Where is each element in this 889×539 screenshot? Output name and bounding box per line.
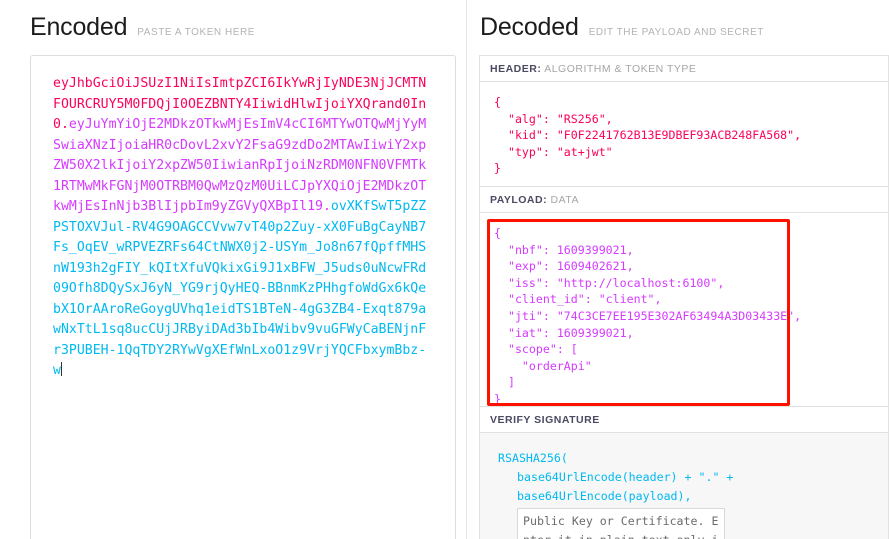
decoded-header-section: HEADER: ALGORITHM & TOKEN TYPE { "alg": … — [479, 55, 889, 186]
signature-payload-line: base64UrlEncode(payload), — [517, 489, 692, 503]
encoded-subtitle: PASTE A TOKEN HERE — [137, 27, 256, 38]
encoded-title: Encoded — [30, 13, 128, 41]
token-signature-segment: ovXKfSwT5pZZPSTOXVJul-RV4G9OAGCCVvw7vT40… — [53, 199, 427, 378]
decoded-subtitle: EDIT THE PAYLOAD AND SECRET — [588, 27, 764, 38]
decoded-payload-wrapper: { "nbf": 1609399021, "exp": 1609402621, … — [480, 213, 888, 406]
decoded-header-json[interactable]: { "alg": "RS256", "kid": "F0F2241762B13E… — [480, 82, 888, 186]
decoded-sections: HEADER: ALGORITHM & TOKEN TYPE { "alg": … — [479, 55, 889, 539]
signature-header-line: base64UrlEncode(header) + "." + — [517, 470, 734, 484]
signature-algorithm-line: RSASHA256( — [498, 451, 568, 465]
verify-signature-label-strong: VERIFY SIGNATURE — [490, 414, 600, 426]
encoded-heading: Encoded PASTE A TOKEN HERE — [30, 13, 255, 42]
decoded-payload-label: PAYLOAD: DATA — [480, 187, 888, 213]
decoded-payload-section: PAYLOAD: DATA { "nbf": 1609399021, "exp"… — [479, 186, 889, 406]
token-separator-2: . — [322, 199, 331, 214]
decoded-title: Decoded — [480, 13, 579, 41]
encoded-token-input[interactable]: eyJhbGciOiJSUzI1NiIsImtpZCI6IkYwRjIyNDE3… — [30, 55, 456, 539]
decoded-payload-json[interactable]: { "nbf": 1609399021, "exp": 1609402621, … — [480, 213, 888, 406]
decoded-panel: Decoded EDIT THE PAYLOAD AND SECRET HEAD… — [467, 0, 889, 539]
text-caret — [60, 362, 62, 376]
verify-signature-section: VERIFY SIGNATURE RSASHA256( base64UrlEnco… — [479, 406, 889, 539]
encoded-panel: Encoded PASTE A TOKEN HERE eyJhbGciOiJSU… — [0, 0, 467, 539]
verify-signature-body: RSASHA256( base64UrlEncode(header) + "." … — [480, 433, 888, 539]
jwt-debugger: Encoded PASTE A TOKEN HERE eyJhbGciOiJSU… — [0, 0, 889, 539]
verify-signature-label: VERIFY SIGNATURE — [480, 407, 888, 433]
decoded-header-label: HEADER: ALGORITHM & TOKEN TYPE — [480, 56, 888, 82]
public-key-input[interactable]: Public Key or Certificate. Enter it in p… — [517, 508, 725, 539]
decoded-payload-label-strong: PAYLOAD: — [490, 194, 548, 206]
decoded-header-label-strong: HEADER: — [490, 63, 542, 75]
decoded-heading: Decoded EDIT THE PAYLOAD AND SECRET — [480, 13, 764, 42]
decoded-header-label-light: ALGORITHM & TOKEN TYPE — [544, 63, 697, 75]
token-separator-1: . — [60, 117, 69, 132]
decoded-payload-label-light: DATA — [550, 194, 579, 206]
encoded-token-text[interactable]: eyJhbGciOiJSUzI1NiIsImtpZCI6IkYwRjIyNDE3… — [53, 74, 433, 382]
